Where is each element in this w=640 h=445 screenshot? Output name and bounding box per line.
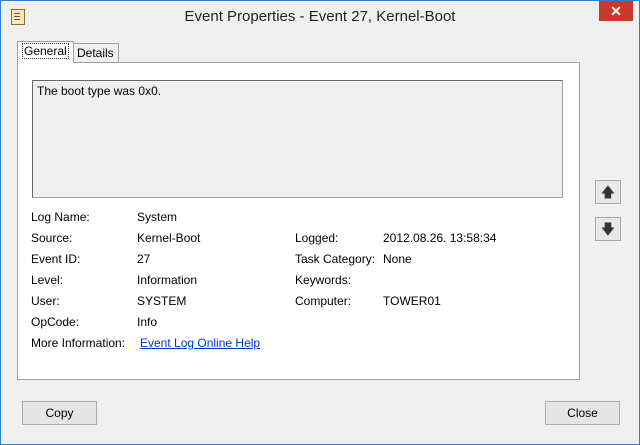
level-label: Level: [31,273,64,287]
tab-details[interactable]: Details [72,43,119,62]
computer-value: TOWER01 [383,294,441,308]
logged-label: Logged: [295,231,339,245]
event-description-box[interactable]: The boot type was 0x0. [32,80,563,198]
close-button[interactable]: Close [545,401,620,425]
level-value: Information [137,273,198,287]
event-id-value: 27 [137,252,151,266]
computer-label: Computer: [295,294,352,308]
task-category-label: Task Category: [295,252,376,266]
log-name-label: Log Name: [31,210,90,224]
window-title: Event Properties - Event 27, Kernel-Boot [184,8,456,25]
title-bar: Event Properties - Event 27, Kernel-Boot… [1,1,639,32]
more-information-label: More Information: [31,336,126,350]
previous-event-button[interactable]: 🡅 [595,180,621,204]
user-value: SYSTEM [137,294,187,308]
event-description: The boot type was 0x0. [37,84,162,98]
tab-details-label: Details [77,46,114,60]
opcode-label: OpCode: [31,315,80,329]
source-value: Kernel-Boot [137,231,201,245]
down-arrow-icon: 🡇 [600,221,616,237]
next-event-button[interactable]: 🡇 [595,217,621,241]
event-log-online-help-link[interactable]: Event Log Online Help [140,336,260,350]
window-close-button[interactable]: ✕ [599,1,633,21]
user-label: User: [31,294,60,308]
tab-general-label: General [22,43,69,59]
keywords-label: Keywords: [295,273,352,287]
log-name-value: System [137,210,178,224]
up-arrow-icon: 🡅 [600,184,616,200]
event-properties-window: Event Properties - Event 27, Kernel-Boot… [0,0,640,445]
logged-value: 2012.08.26. 13:58:34 [383,231,497,245]
task-category-value: None [383,252,412,266]
source-label: Source: [31,231,73,245]
opcode-value: Info [137,315,158,329]
general-panel: The boot type was 0x0. Log Name: System … [17,62,580,380]
tab-general[interactable]: General [17,41,74,63]
event-id-label: Event ID: [31,252,81,266]
copy-button[interactable]: Copy [22,401,97,425]
